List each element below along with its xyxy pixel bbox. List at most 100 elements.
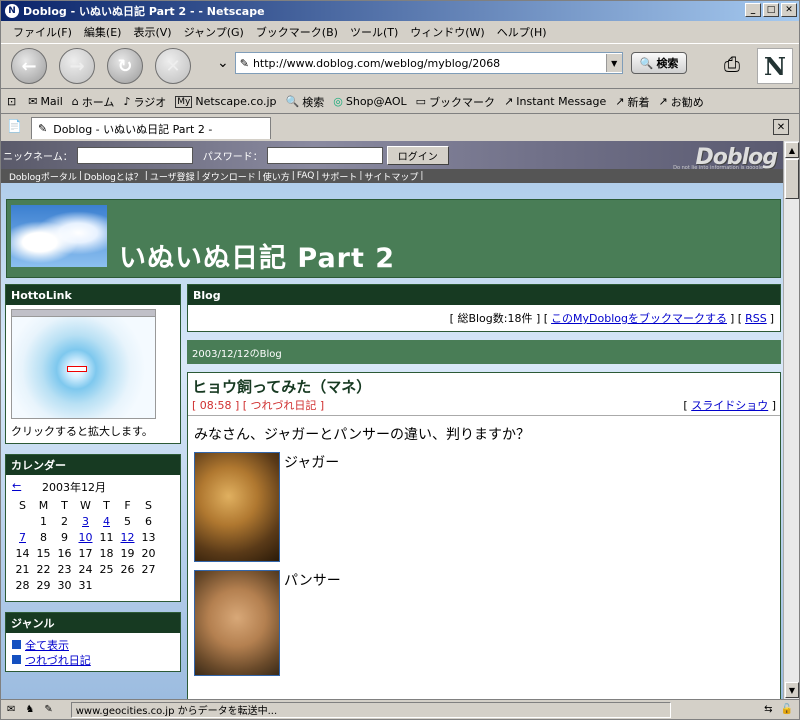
- bookmark-search[interactable]: 🔍 検索: [286, 94, 325, 110]
- forward-button[interactable]: →: [59, 48, 95, 84]
- status-mail-icon[interactable]: ✉: [7, 704, 15, 715]
- back-button[interactable]: ←: [11, 48, 47, 84]
- scroll-down-icon[interactable]: ▼: [785, 682, 799, 698]
- menu-bookmarks[interactable]: ブックマーク(B): [250, 24, 344, 40]
- menu-edit[interactable]: 編集(E): [78, 24, 128, 40]
- print-icon[interactable]: ⎙: [717, 50, 747, 78]
- calendar-day: 2: [61, 514, 68, 528]
- page-content: ニックネーム： パスワード： ログイン Doblog Do not lie in…: [1, 141, 783, 699]
- entry-title[interactable]: ヒョウ飼ってみた（マネ）: [188, 373, 780, 397]
- calendar-day: 31: [78, 578, 93, 592]
- calendar-prev-link[interactable]: ←: [12, 479, 42, 495]
- bookmark-instant-message[interactable]: ↗ Instant Message: [504, 95, 606, 108]
- calendar-day-link[interactable]: 4: [103, 515, 110, 528]
- site-menu-faq[interactable]: FAQ: [297, 171, 314, 181]
- login-button[interactable]: ログイン: [386, 145, 449, 165]
- bookmark-home[interactable]: ⌂ ホーム: [72, 94, 115, 110]
- calendar-day: 29: [36, 578, 51, 592]
- calendar-day: [96, 577, 117, 593]
- calendar-day[interactable]: 12: [117, 529, 138, 545]
- bookmark-shop-aol[interactable]: ◎ Shop@AOL: [333, 95, 406, 108]
- url-history-dropdown[interactable]: ▼: [605, 54, 622, 72]
- menu-help[interactable]: ヘルプ(H): [491, 24, 553, 40]
- bookmark-mail[interactable]: ✉ Mail: [28, 95, 63, 108]
- rss-link[interactable]: RSS: [745, 312, 767, 325]
- image-toolbar: [12, 310, 155, 317]
- bookmark-label: お勧め: [670, 95, 704, 109]
- bookmark-radio[interactable]: ♪ ラジオ: [123, 94, 166, 110]
- status-composer-icon[interactable]: ✎: [44, 704, 52, 715]
- url-dropdown-icon[interactable]: ⌄: [217, 55, 229, 71]
- bookmark-folder[interactable]: ▭ ブックマーク: [416, 94, 495, 110]
- calendar-day-link[interactable]: 12: [121, 531, 135, 544]
- hottolink-map-image[interactable]: [11, 309, 156, 419]
- jaguar-image[interactable]: [194, 452, 280, 562]
- bookmark-netscape[interactable]: My Netscape.co.jp: [175, 95, 277, 108]
- scroll-thumb[interactable]: [785, 159, 799, 199]
- bookmark-mydoblog-link[interactable]: このMyDoblogをブックマークする: [551, 310, 727, 326]
- jaguar-block: ジャガー: [194, 452, 774, 562]
- status-aim-icon[interactable]: ♞: [25, 704, 34, 715]
- close-tab-button[interactable]: ✕: [773, 119, 789, 135]
- stop-button[interactable]: ✕: [155, 48, 191, 84]
- new-tab-icon[interactable]: 📄: [7, 119, 22, 133]
- menu-tools[interactable]: ツール(T): [344, 24, 404, 40]
- calendar-day: 30: [57, 578, 72, 592]
- site-menu-howto[interactable]: 使い方: [263, 170, 290, 183]
- genre-link-diary[interactable]: つれづれ日記: [25, 652, 91, 668]
- calendar-box: カレンダー ← 2003年12月 S M T W T F S 1 2 3 4 5 6 7 8 9 10 11 12 1…: [5, 454, 181, 602]
- menu-go[interactable]: ジャンプ(G): [178, 24, 250, 40]
- link-icon: ↗: [504, 95, 514, 108]
- search-button[interactable]: 🔍 検索: [630, 52, 688, 74]
- home-tab-icon[interactable]: ⊡: [7, 95, 16, 108]
- jaguar-label: ジャガー: [284, 455, 340, 471]
- netscape-logo-icon[interactable]: N: [757, 48, 793, 84]
- vertical-scrollbar[interactable]: ▲ ▼: [783, 141, 799, 699]
- calendar-title: カレンダー: [6, 455, 180, 475]
- nickname-input[interactable]: [76, 146, 193, 164]
- security-lock-icon[interactable]: 🔓: [781, 704, 793, 715]
- bookmark-recommend[interactable]: ↗ お勧め: [659, 94, 704, 110]
- calendar-day: 11: [99, 530, 114, 544]
- blog-count: [ 総Blog数:18件 ] [: [449, 312, 549, 325]
- calendar-day-link[interactable]: 3: [82, 515, 89, 528]
- bookmark-label: 検索: [302, 95, 325, 109]
- reload-button[interactable]: ↻: [107, 48, 143, 84]
- menu-window[interactable]: ウィンドウ(W): [404, 24, 490, 40]
- maximize-button[interactable]: □: [763, 3, 779, 17]
- calendar-day: 27: [141, 562, 156, 576]
- calendar-day[interactable]: 3: [75, 513, 96, 529]
- close-button[interactable]: ✕: [781, 3, 797, 17]
- menu-file[interactable]: ファイル(F): [7, 24, 78, 40]
- site-menu-sitemap[interactable]: サイトマップ: [364, 170, 418, 183]
- tab-doblog[interactable]: ✎ Doblog - いぬいぬ日記 Part 2 -: [31, 117, 271, 139]
- blog-entry: ヒョウ飼ってみた（マネ） [ 08:58 ] [ つれづれ日記 ] [ スライド…: [187, 372, 781, 699]
- site-menu-download[interactable]: ダウンロード: [202, 170, 256, 183]
- panther-image[interactable]: [194, 570, 280, 676]
- url-field[interactable]: ✎ http://www.doblog.com/weblog/myblog/20…: [234, 52, 623, 74]
- separator: ]: [769, 311, 774, 325]
- bookmark-new[interactable]: ↗ 新着: [615, 94, 649, 110]
- site-menu-about[interactable]: Doblogとは？: [84, 170, 143, 183]
- site-menu-support[interactable]: サポート: [321, 170, 357, 183]
- menu-view[interactable]: 表示(V): [127, 24, 177, 40]
- calendar-day-link[interactable]: 10: [79, 531, 93, 544]
- calendar-day[interactable]: 10: [75, 529, 96, 545]
- calendar-day: 26: [120, 562, 135, 576]
- scroll-up-icon[interactable]: ▲: [785, 142, 799, 158]
- site-menu-portal[interactable]: Doblogポータル: [9, 170, 77, 183]
- minimize-button[interactable]: _: [745, 3, 761, 17]
- mail-icon: ✉: [28, 95, 38, 108]
- password-input[interactable]: [266, 146, 383, 164]
- main-column: Blog [ 総Blog数:18件 ] [ このMyDoblogをブックマークす…: [187, 284, 781, 699]
- separator: |: [420, 171, 424, 181]
- calendar-day[interactable]: 7: [12, 529, 33, 545]
- calendar-day[interactable]: 4: [96, 513, 117, 529]
- blog-title[interactable]: いぬいぬ日記 Part 2: [119, 236, 395, 275]
- genre-link-all[interactable]: 全て表示: [25, 637, 69, 653]
- slideshow-link[interactable]: スライドショウ: [691, 399, 768, 412]
- calendar-day-link[interactable]: 7: [19, 531, 26, 544]
- blog-banner: いぬいぬ日記 Part 2: [6, 199, 781, 278]
- separator: |: [78, 171, 82, 181]
- site-menu-register[interactable]: ユーザ登録: [150, 170, 195, 183]
